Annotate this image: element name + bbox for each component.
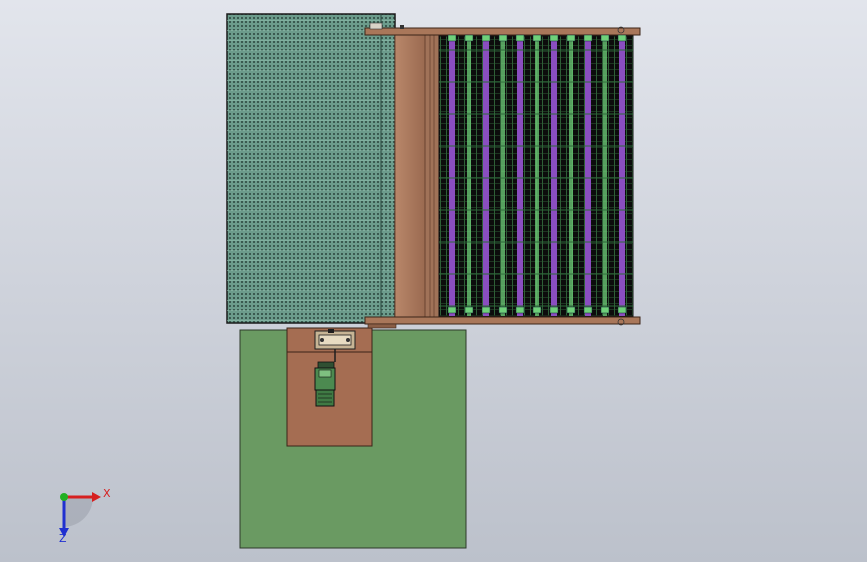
cad-graphics-viewport[interactable]: X Z (0, 0, 867, 562)
roller-end-cap (566, 306, 576, 314)
roller-end-cap (464, 34, 474, 42)
roller-end-cap (617, 306, 627, 314)
roller-end-cap (498, 306, 508, 314)
frame-rail[interactable] (394, 30, 440, 324)
roller-end-cap (549, 306, 559, 314)
roller-end-cap (515, 34, 525, 42)
roller-end-cap (583, 306, 593, 314)
roller-end-cap (498, 34, 508, 42)
roller-end-cap (549, 34, 559, 42)
roller-end-cap (481, 34, 491, 42)
top-cross-beam[interactable] (364, 22, 641, 36)
roller-end-cap (600, 34, 610, 42)
bottom-cross-beam[interactable] (364, 316, 641, 329)
roller-end-cap (566, 34, 576, 42)
roller-end-cap (532, 306, 542, 314)
roller-end-cap (481, 306, 491, 314)
roller-end-cap (583, 34, 593, 42)
roller-end-cap (532, 34, 542, 42)
mesh-panel[interactable] (226, 13, 396, 324)
roller-bed[interactable] (438, 34, 634, 317)
coordinate-triad-icon: X Z (59, 487, 111, 545)
roller-end-cap (600, 306, 610, 314)
roller-end-cap (617, 34, 627, 42)
roller-end-cap (464, 306, 474, 314)
roller-end-cap (447, 306, 457, 314)
roller-end-cap (447, 34, 457, 42)
roller-end-cap (515, 306, 525, 314)
axis-x-label: X (103, 487, 111, 500)
axis-z-label: Z (59, 532, 67, 545)
gear-motor-icon[interactable] (314, 361, 336, 407)
